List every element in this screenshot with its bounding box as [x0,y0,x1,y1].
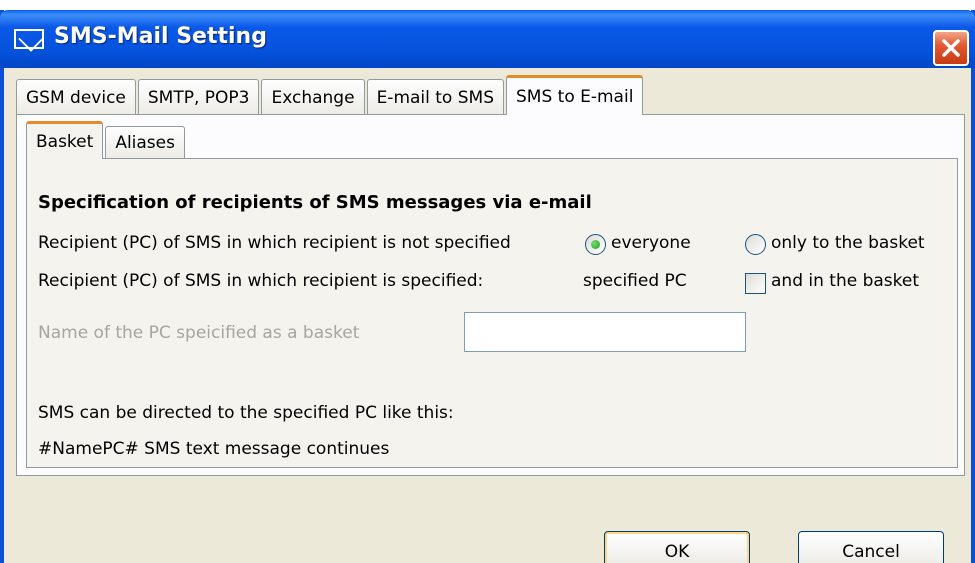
hint-line-1: SMS can be directed to the specified PC … [38,403,454,423]
window-title: SMS-Mail Setting [54,24,267,49]
sub-tab-strip: Basket Aliases [26,121,187,159]
tab-sms-to-email[interactable]: SMS to E-mail [506,75,644,115]
pc-name-input[interactable] [464,312,746,352]
only-basket-radio[interactable] [745,234,766,255]
tab-email-to-sms[interactable]: E-mail to SMS [366,79,504,115]
hint-line-2: #NamePC# SMS text message continues [38,439,390,459]
specified-recipient-label: Recipient (PC) of SMS in which recipient… [38,271,484,291]
tab-gsm-device[interactable]: GSM device [16,79,136,115]
tab-basket[interactable]: Basket [26,121,104,159]
close-button[interactable] [933,30,969,66]
unspecified-recipient-label: Recipient (PC) of SMS in which recipient… [38,233,511,253]
tab-exchange[interactable]: Exchange [261,79,365,115]
ok-button[interactable]: OK [604,531,750,563]
specified-pc-value: specified PC [583,271,687,291]
close-icon [942,39,960,57]
everyone-radio-label[interactable]: everyone [611,233,691,253]
envelope-icon [14,29,44,49]
cancel-button[interactable]: Cancel [798,531,944,563]
tab-smtp-pop3[interactable]: SMTP, POP3 [137,79,260,115]
section-heading: Specification of recipients of SMS messa… [38,192,592,213]
everyone-radio[interactable] [585,234,606,255]
only-basket-radio-label[interactable]: only to the basket [771,233,925,253]
pc-name-label: Name of the PC speicified as a basket [38,323,360,343]
in-basket-checkbox[interactable] [745,273,766,294]
main-tab-strip: GSM device SMTP, POP3 Exchange E-mail to… [16,75,645,115]
title-bar[interactable]: SMS-Mail Setting [0,10,975,68]
tab-aliases[interactable]: Aliases [105,126,185,159]
in-basket-checkbox-label[interactable]: and in the basket [771,271,919,291]
radio-selected-dot [591,240,600,249]
